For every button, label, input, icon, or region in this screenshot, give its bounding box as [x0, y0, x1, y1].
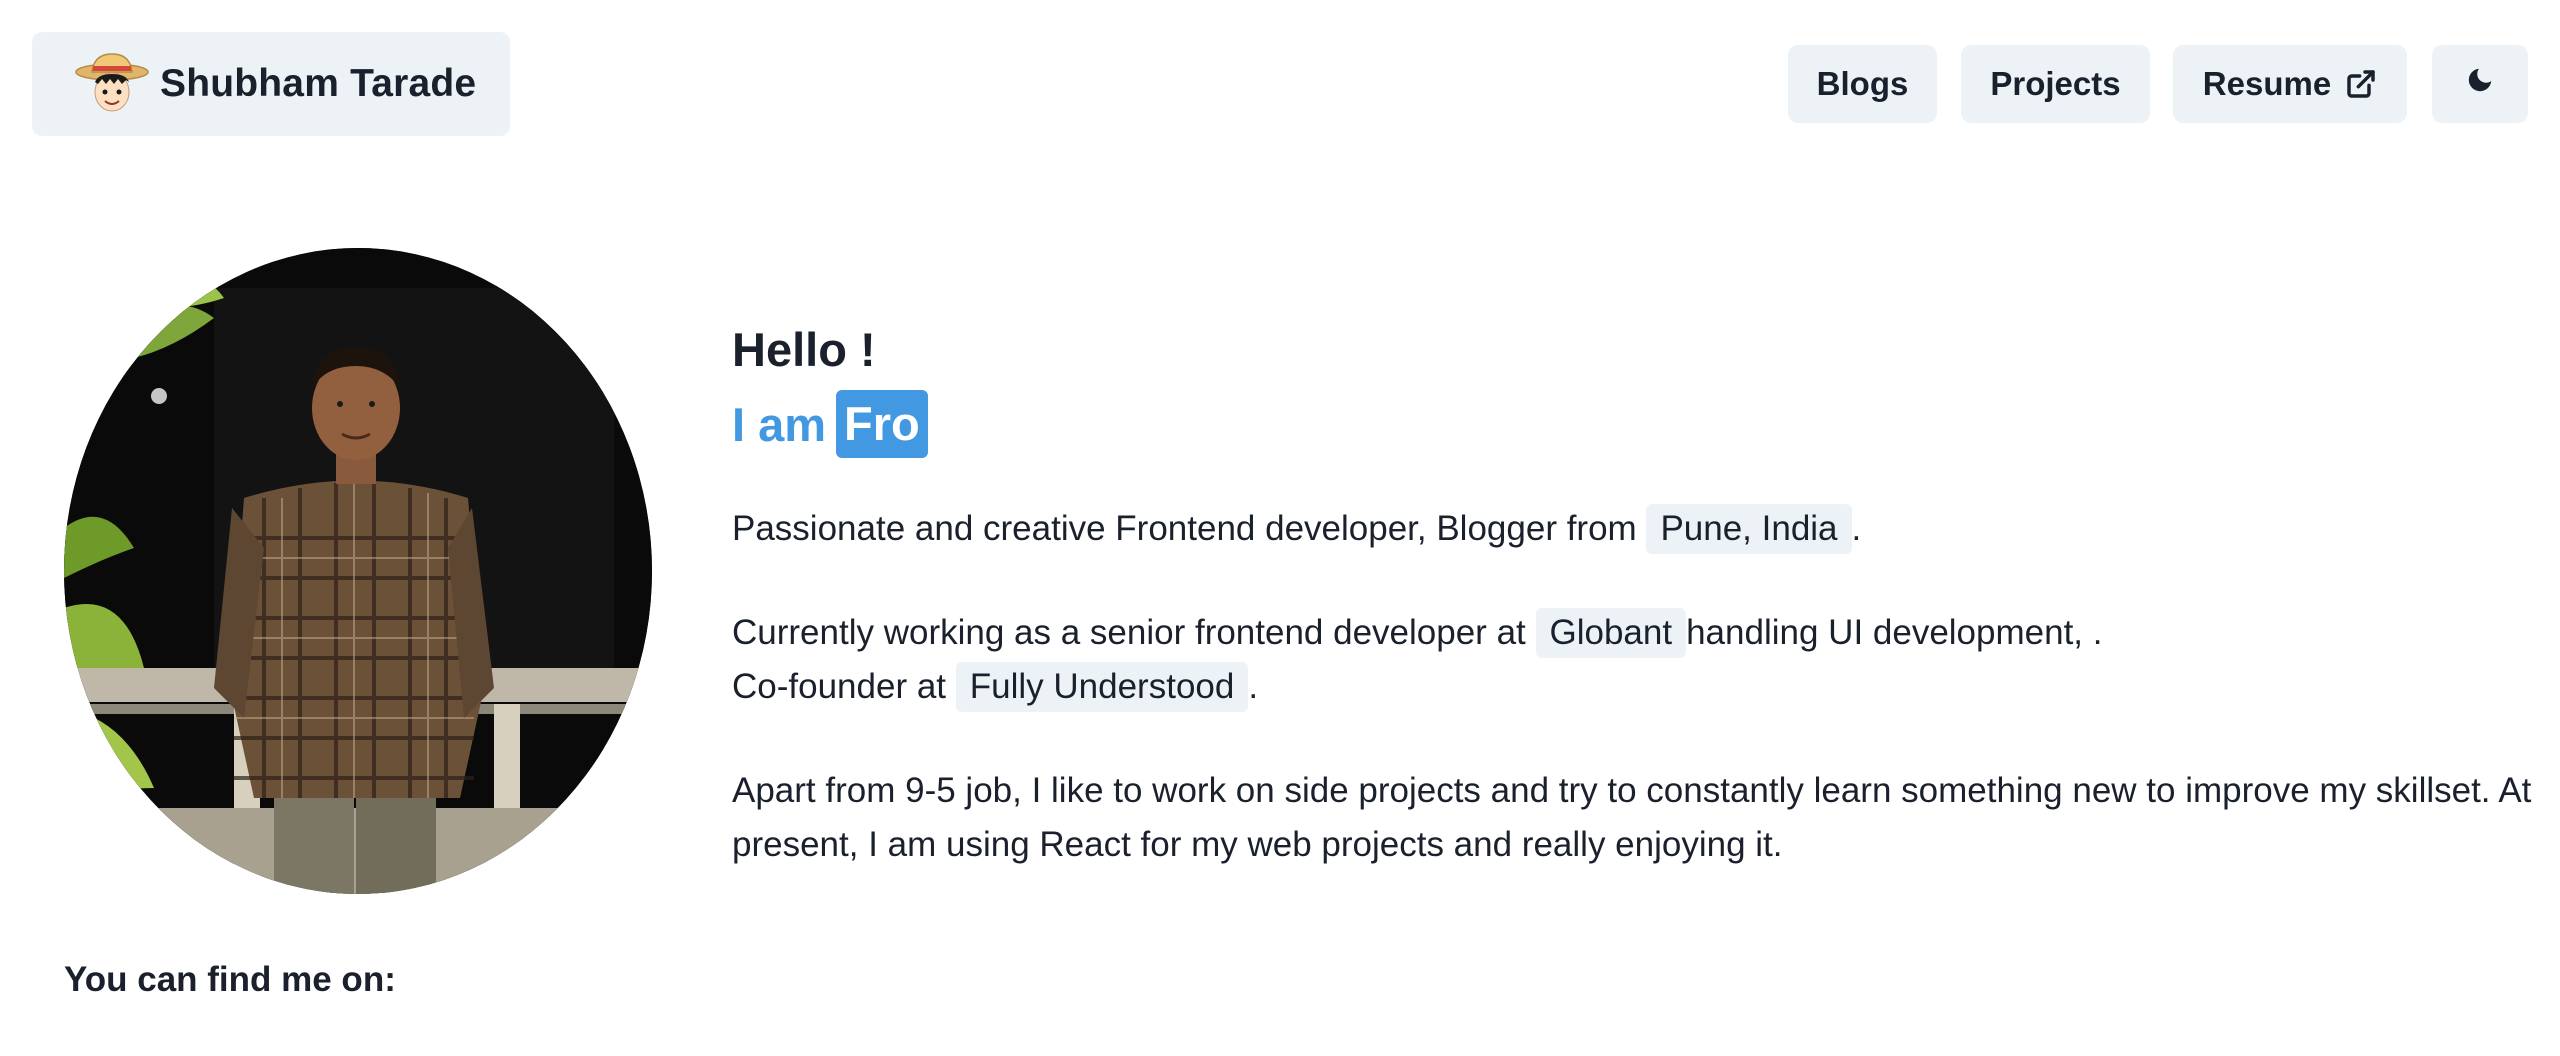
nav-blogs-button[interactable]: Blogs: [1788, 45, 1937, 123]
social-heading: You can find me on:: [64, 960, 396, 999]
external-link-icon: [2345, 68, 2377, 100]
p3-text: Apart from 9-5 job, I like to work on si…: [732, 771, 2532, 864]
company-chip-globant[interactable]: Globant: [1535, 608, 1687, 658]
intro-paragraph-work: Currently working as a senior frontend d…: [732, 606, 2532, 714]
intro-section: Hello ! I am Fro Passionate and creative…: [732, 320, 2532, 872]
typed-role-highlight: Fro: [836, 390, 928, 458]
p1-end: .: [1851, 509, 1862, 548]
hello-heading: Hello !: [732, 323, 876, 376]
nav-projects-button[interactable]: Projects: [1961, 45, 2150, 123]
iam-label: I am: [732, 397, 827, 451]
brand-name: Shubham Tarade: [160, 62, 477, 105]
moon-icon: [2465, 65, 2495, 103]
site-header: Shubham Tarade Blogs Projects Resume: [0, 0, 2560, 170]
nav-blogs-label: Blogs: [1816, 65, 1909, 102]
profile-photo: [64, 248, 652, 894]
p2-line2: Co-founder at: [732, 667, 947, 706]
p2-text: Currently working as a senior frontend d…: [732, 613, 1526, 652]
nav-resume-label: Resume: [2202, 65, 2332, 102]
p2-after: handling UI development, .: [1686, 613, 2103, 652]
theme-toggle-button[interactable]: [2432, 45, 2528, 123]
role-line: I am Fro: [732, 388, 2532, 460]
location-chip: Pune, India: [1646, 504, 1852, 554]
p2-end: .: [1248, 667, 1259, 706]
company-chip-fully-understood[interactable]: Fully Understood: [955, 662, 1249, 712]
nav-projects-label: Projects: [1990, 65, 2121, 102]
intro-paragraph-side-projects: Apart from 9-5 job, I like to work on si…: [732, 764, 2532, 872]
nav-resume-button[interactable]: Resume: [2173, 45, 2407, 123]
straw-hat-avatar-icon: [74, 53, 150, 114]
intro-paragraph-location: Passionate and creative Frontend develop…: [732, 502, 2532, 556]
p1-text: Passionate and creative Frontend develop…: [732, 509, 1637, 548]
brand-home-link[interactable]: Shubham Tarade: [32, 32, 510, 136]
